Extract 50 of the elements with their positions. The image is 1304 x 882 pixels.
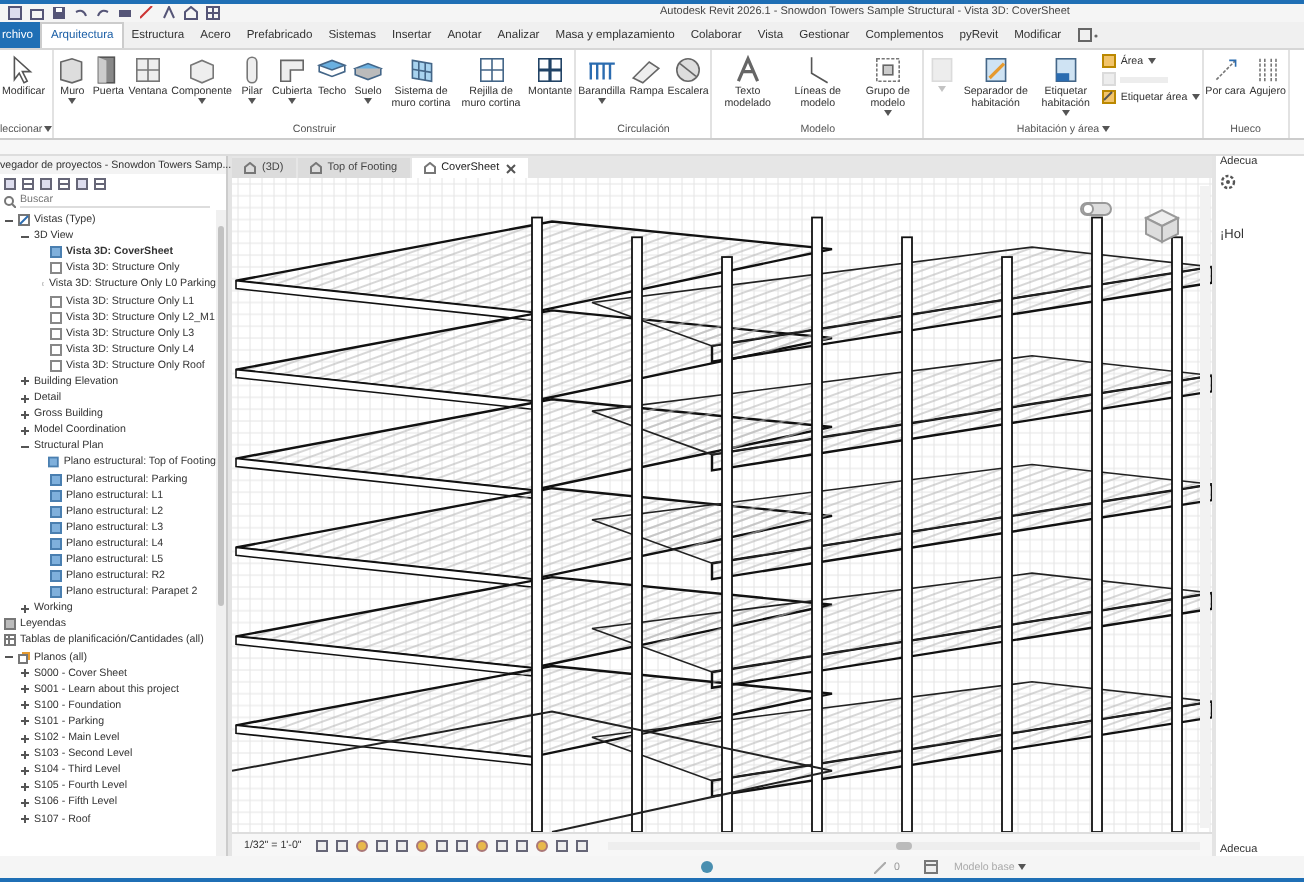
window-icon <box>131 54 164 86</box>
minus-icon[interactable] <box>20 231 30 242</box>
plus-icon[interactable] <box>20 393 30 404</box>
plus-icon[interactable] <box>20 603 30 614</box>
plus-icon[interactable] <box>20 376 30 387</box>
save-icon[interactable] <box>52 6 66 20</box>
plus-icon[interactable] <box>20 425 30 436</box>
minus-icon[interactable] <box>4 215 14 226</box>
plus-icon[interactable] <box>20 814 30 825</box>
house-icon <box>244 162 256 174</box>
stair-icon <box>672 54 705 86</box>
plus-icon[interactable] <box>20 668 30 679</box>
scroll-bar[interactable] <box>1200 186 1210 828</box>
plus-icon[interactable] <box>20 781 30 792</box>
views-icon <box>18 214 30 227</box>
toggle-icon[interactable] <box>1080 202 1112 216</box>
search-icon <box>4 195 16 207</box>
plus-icon[interactable] <box>20 749 30 760</box>
plus-icon[interactable] <box>20 684 30 695</box>
calendar-icon[interactable] <box>923 860 938 874</box>
viewcube-icon[interactable] <box>1140 206 1184 246</box>
close-icon[interactable] <box>505 163 516 173</box>
plus-icon[interactable] <box>20 733 30 744</box>
area-icon <box>1102 54 1117 68</box>
sun-icon[interactable] <box>355 839 368 851</box>
tile-icon[interactable] <box>206 6 220 20</box>
sheets-icon <box>18 651 30 664</box>
undo-icon[interactable] <box>74 6 88 20</box>
plus-icon[interactable] <box>20 409 30 420</box>
scroll-bar[interactable] <box>216 210 226 856</box>
measure-icon[interactable] <box>140 6 154 20</box>
area-tag-icon <box>1102 90 1117 104</box>
plus-icon[interactable] <box>20 716 30 727</box>
letter-a-icon <box>731 54 764 86</box>
redo-icon[interactable] <box>96 6 110 20</box>
window-icon[interactable] <box>8 6 22 20</box>
roof-icon <box>276 54 309 86</box>
plus-icon[interactable] <box>20 700 30 711</box>
house-icon[interactable] <box>184 6 198 20</box>
house-icon <box>309 162 322 174</box>
panel-toggle-icon[interactable] <box>1077 28 1098 42</box>
minus-icon[interactable] <box>20 441 30 452</box>
plus-icon[interactable] <box>20 765 30 776</box>
component-icon <box>185 54 218 86</box>
legend-icon <box>4 618 16 631</box>
plus-icon[interactable] <box>20 797 30 808</box>
caret-icon <box>1018 864 1027 870</box>
house-icon <box>423 162 436 174</box>
settings-icon[interactable] <box>1220 174 1236 190</box>
minus-icon[interactable] <box>4 652 14 663</box>
